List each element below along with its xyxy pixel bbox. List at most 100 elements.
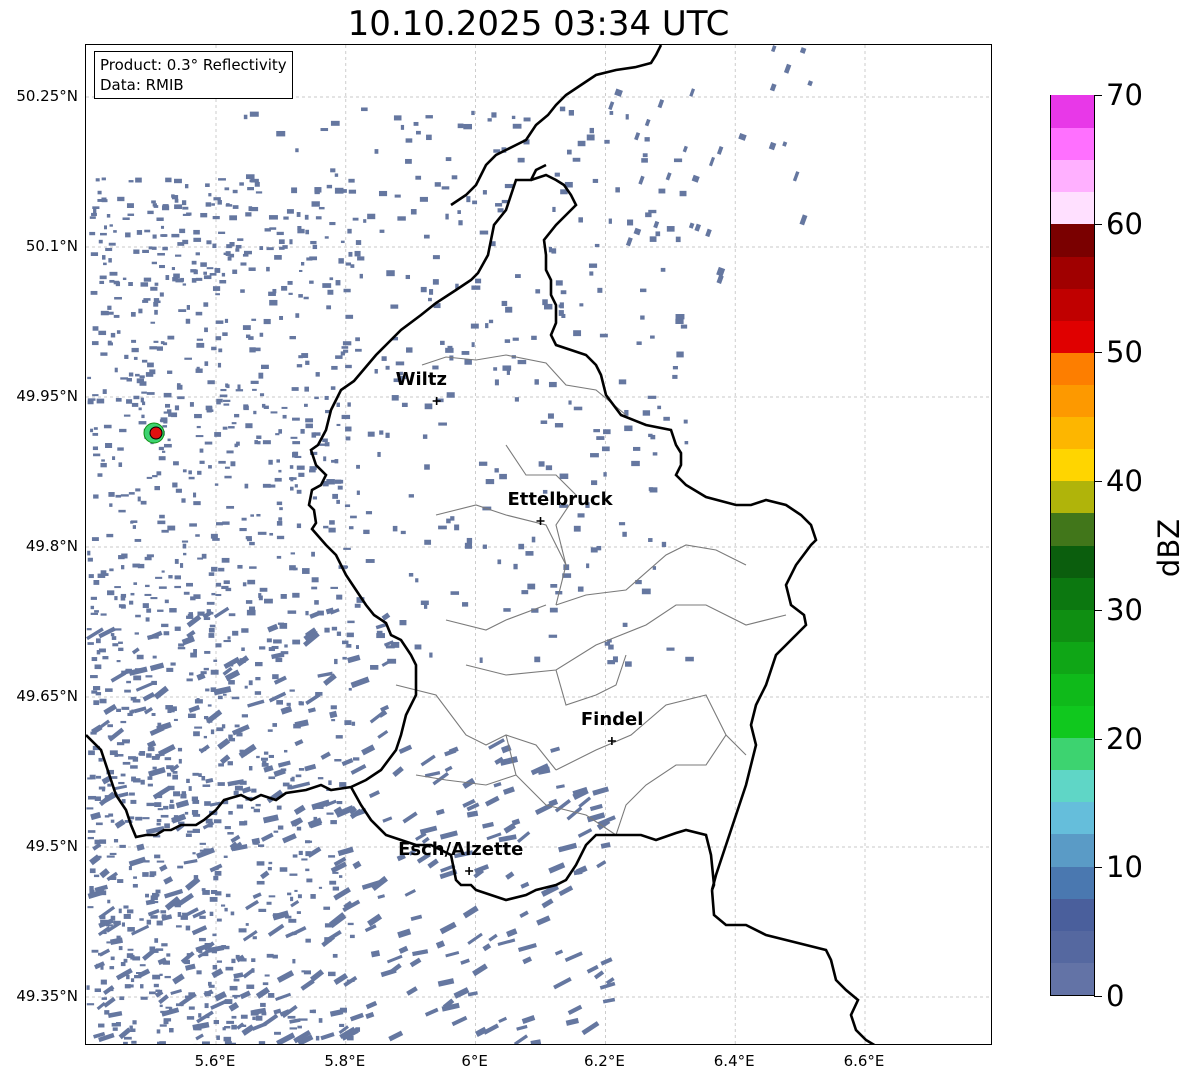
echo-pixel (254, 691, 262, 695)
echo-pixel (154, 802, 162, 808)
echo-pixel (100, 232, 107, 236)
echo-pixel (120, 773, 126, 777)
echo-pixel (227, 832, 234, 835)
echo-pixel (174, 198, 179, 203)
echo-pixel (299, 701, 304, 706)
echo-pixel (324, 236, 329, 239)
echo-pixel (608, 644, 614, 650)
echo-pixel (205, 202, 212, 207)
echo-pixel (230, 834, 241, 843)
echo-pixel (660, 267, 666, 272)
echo-pixel (258, 595, 263, 601)
echo-pixel (199, 915, 206, 919)
echo-pixel (228, 734, 233, 739)
echo-pixel (289, 335, 296, 340)
echo-pixel (342, 341, 352, 346)
echo-pixel (174, 585, 182, 589)
echo-pixel (136, 654, 144, 660)
echo-pixel (412, 949, 429, 957)
echo-pixel (512, 337, 519, 341)
echo-pixel (86, 1003, 95, 1006)
echo-pixel (286, 702, 291, 706)
echo-pixel (207, 981, 212, 986)
echo-pixel (304, 763, 317, 772)
echo-pixel (534, 656, 541, 663)
echo-pixel (259, 246, 264, 251)
echo-pixel (633, 446, 641, 451)
echo-pixel (251, 788, 257, 793)
echo-pixel (225, 587, 232, 592)
echo-pixel (589, 803, 603, 812)
echo-pixel (379, 229, 385, 233)
echo-pixel (517, 359, 527, 365)
echo-pixel (320, 1032, 335, 1041)
echo-pixel (276, 501, 283, 506)
echo-pixel (244, 483, 249, 489)
echo-pixel (226, 450, 234, 454)
echo-pixel (146, 802, 155, 807)
echo-pixel (131, 402, 139, 407)
echo-pixel (186, 212, 192, 216)
echo-pixel (221, 272, 226, 277)
echo-pixel (334, 658, 338, 665)
echo-pixel (124, 689, 131, 693)
echo-pixel (245, 923, 249, 926)
echo-pixel (134, 538, 142, 542)
echo-pixel (290, 781, 311, 790)
echo-pixel (227, 244, 233, 247)
echo-pixel (221, 557, 230, 563)
echo-pixel (305, 868, 310, 872)
radar-map[interactable] (85, 44, 992, 1045)
echo-pixel (172, 774, 179, 780)
echo-pixel (109, 750, 118, 756)
echo-pixel (228, 810, 233, 815)
echo-pixel (213, 606, 230, 619)
echo-pixel (239, 182, 244, 186)
echo-pixel (118, 604, 125, 608)
echo-pixel (91, 949, 99, 953)
echo-pixel (156, 822, 161, 826)
echo-pixel (162, 204, 169, 209)
echo-pixel (93, 700, 100, 706)
echo-pixel (272, 674, 279, 680)
echo-pixel (133, 675, 142, 681)
echo-pixel (347, 654, 361, 664)
echo-pixel (89, 216, 96, 219)
echo-pixel (211, 592, 216, 596)
echo-pixel (193, 594, 201, 599)
echo-pixel (190, 652, 197, 658)
echo-pixel (292, 441, 301, 445)
echo-pixel (267, 729, 273, 732)
echo-pixel (267, 866, 272, 871)
colorbar-segment (1051, 865, 1094, 899)
echo-pixel (205, 183, 210, 187)
echo-pixel (152, 892, 159, 898)
echo-pixel (347, 228, 352, 234)
echo-pixel (420, 600, 429, 605)
echo-pixel (196, 970, 202, 975)
echo-pixel (589, 127, 595, 134)
lat-tick-label: 49.65°N (16, 687, 78, 705)
echo-pixel (275, 657, 283, 663)
echo-pixel (152, 766, 157, 770)
echo-pixel (87, 777, 93, 780)
echo-pixel (191, 925, 208, 936)
echo-pixel (170, 708, 177, 712)
echo-pixel (244, 820, 248, 826)
echo-pixel (708, 156, 716, 167)
echo-pixel (180, 277, 185, 282)
echo-pixel (454, 524, 460, 531)
echo-pixel (245, 212, 252, 217)
echo-pixel (186, 615, 194, 619)
echo-pixel (215, 643, 222, 648)
echo-pixel (405, 138, 413, 143)
echo-pixel (445, 157, 452, 162)
echo-pixel (158, 446, 164, 451)
echo-pixel (428, 297, 432, 302)
echo-pixel (169, 608, 177, 613)
echo-pixel (399, 620, 407, 626)
echo-pixel (259, 332, 264, 337)
echo-pixel (484, 795, 500, 807)
echo-pixel (152, 475, 158, 478)
echo-pixel (391, 395, 399, 401)
